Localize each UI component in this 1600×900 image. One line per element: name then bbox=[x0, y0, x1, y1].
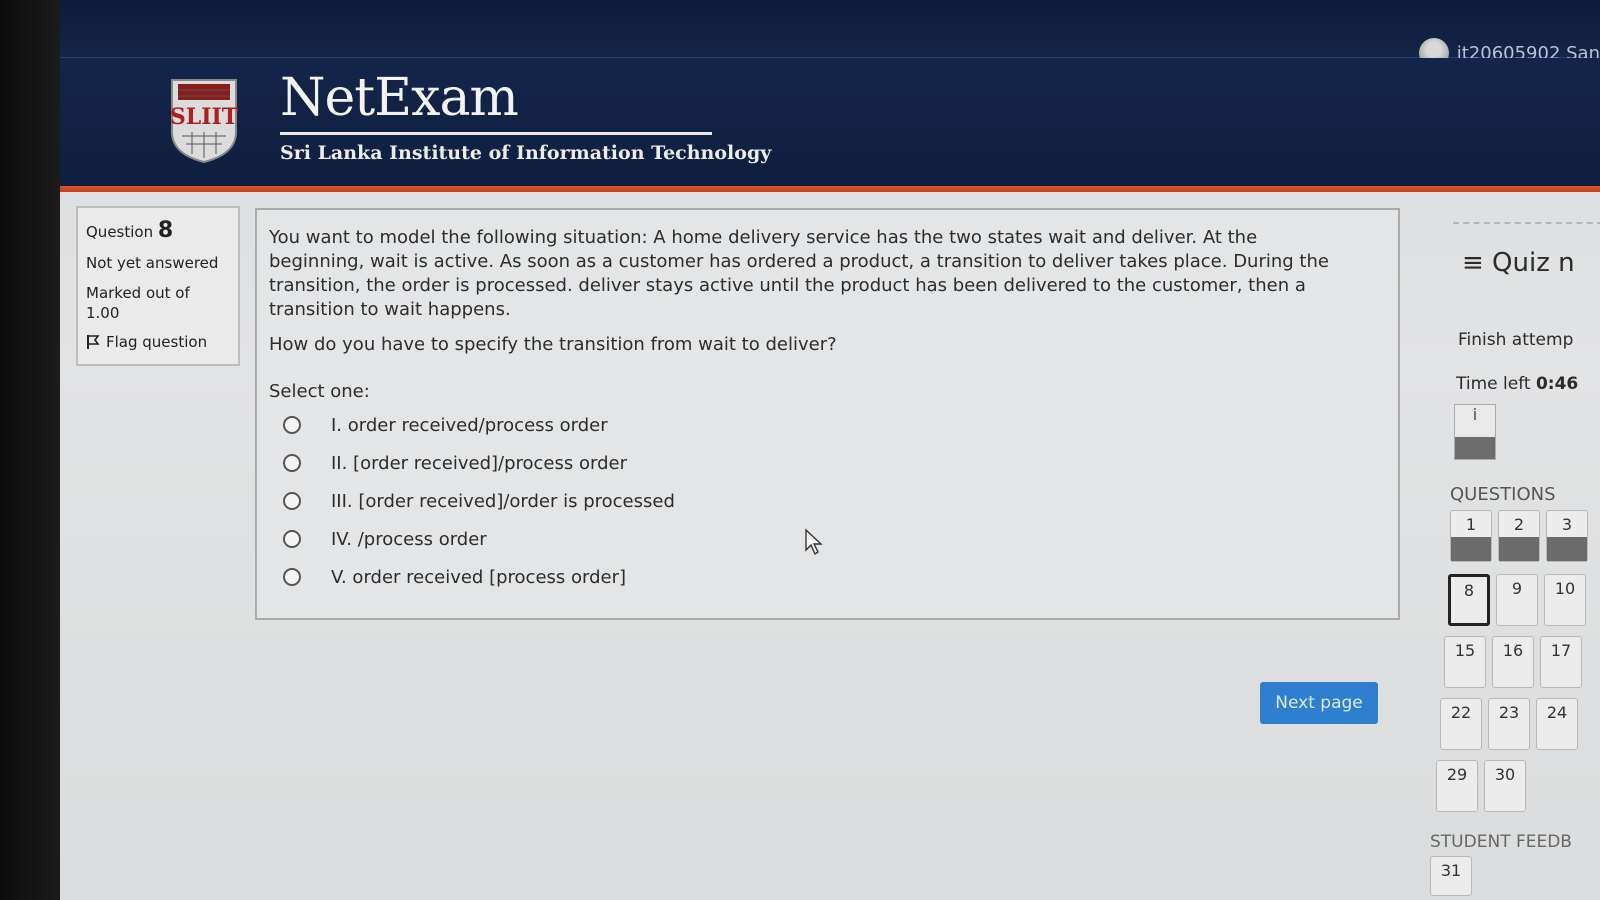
monitor-bezel bbox=[0, 0, 60, 900]
answer-option-5[interactable]: V. order received [process order] bbox=[269, 558, 1386, 596]
question-nav-button[interactable]: 22 bbox=[1440, 698, 1482, 750]
time-left-label: Time left bbox=[1456, 374, 1531, 394]
questions-heading: QUESTIONS bbox=[1450, 484, 1556, 505]
question-nav-button[interactable]: 29 bbox=[1436, 760, 1478, 812]
flag-icon bbox=[87, 335, 100, 349]
radio-button[interactable] bbox=[283, 454, 301, 472]
answer-options: I. order received/process order II. [ord… bbox=[269, 406, 1386, 596]
question-nav-number: 10 bbox=[1554, 579, 1576, 598]
finish-attempt-link[interactable]: Finish attemp bbox=[1458, 330, 1573, 350]
question-nav-button[interactable]: 9 bbox=[1496, 574, 1538, 626]
answer-option-4[interactable]: IV. /process order bbox=[269, 520, 1386, 558]
header-accent-rule bbox=[60, 186, 1600, 192]
answered-fill bbox=[1451, 537, 1491, 561]
mark-value: 1.00 bbox=[86, 304, 120, 322]
question-nav-number: 16 bbox=[1502, 641, 1524, 660]
question-nav-button[interactable]: 23 bbox=[1488, 698, 1530, 750]
answered-fill bbox=[1499, 537, 1539, 561]
question-nav-number: 3 bbox=[1561, 515, 1573, 534]
info-page-button[interactable]: i bbox=[1454, 404, 1496, 460]
next-page-button[interactable]: Next page bbox=[1260, 682, 1378, 724]
logo-text: SLIIT bbox=[170, 104, 239, 130]
option-label: V. order received [process order] bbox=[331, 566, 627, 588]
feedback-nav-button[interactable]: 31 bbox=[1430, 856, 1472, 896]
question-nav-number: 23 bbox=[1498, 703, 1520, 722]
question-nav-button-current[interactable]: 8 bbox=[1448, 574, 1490, 626]
flag-question-label: Flag question bbox=[106, 333, 208, 351]
question-nav-number: 30 bbox=[1494, 765, 1516, 784]
question-prompt: How do you have to specify the transitio… bbox=[269, 334, 837, 355]
question-content: You want to model the following situatio… bbox=[255, 208, 1400, 620]
marked-out-of: Marked out of 1.00 bbox=[86, 283, 230, 323]
question-nav-number: 22 bbox=[1450, 703, 1472, 722]
badge-fill bbox=[1455, 437, 1495, 459]
question-nav-button[interactable]: 2 bbox=[1498, 510, 1540, 562]
answered-fill bbox=[1547, 537, 1587, 561]
question-nav-button[interactable]: 3 bbox=[1546, 510, 1588, 562]
time-left-value: 0:46 bbox=[1535, 374, 1579, 394]
brand-title: NetExam bbox=[280, 68, 519, 128]
top-navbar: it20605902 San bbox=[60, 0, 1600, 68]
question-label: Question bbox=[86, 223, 154, 241]
question-info-panel: Question 8 Not yet answered Marked out o… bbox=[76, 206, 240, 366]
site-banner: SLIIT NetExam Sri Lanka Institute of Inf… bbox=[60, 58, 1600, 186]
answer-status: Not yet answered bbox=[86, 254, 219, 272]
question-nav-number: 8 bbox=[1463, 581, 1475, 600]
question-nav-button[interactable]: 16 bbox=[1492, 636, 1534, 688]
option-label: II. [order received]/process order bbox=[331, 452, 627, 474]
radio-button[interactable] bbox=[283, 492, 301, 510]
question-nav-number: 24 bbox=[1546, 703, 1568, 722]
question-nav-button[interactable]: 24 bbox=[1536, 698, 1578, 750]
select-one-label: Select one: bbox=[269, 381, 370, 402]
marked-out-of-label: Marked out of bbox=[86, 284, 190, 302]
radio-button[interactable] bbox=[283, 530, 301, 548]
question-nav-number: 9 bbox=[1511, 579, 1523, 598]
answer-option-3[interactable]: III. [order received]/order is processed bbox=[269, 482, 1386, 520]
answer-option-2[interactable]: II. [order received]/process order bbox=[269, 444, 1386, 482]
nav-panel-divider bbox=[1453, 222, 1600, 224]
question-nav-number: 1 bbox=[1465, 515, 1477, 534]
brand-divider bbox=[280, 132, 712, 135]
feedback-nav-number: 31 bbox=[1440, 861, 1462, 880]
answer-option-1[interactable]: I. order received/process order bbox=[269, 406, 1386, 444]
question-nav-button[interactable]: 30 bbox=[1484, 760, 1526, 812]
question-nav-button[interactable]: 15 bbox=[1444, 636, 1486, 688]
radio-button[interactable] bbox=[283, 568, 301, 586]
radio-button[interactable] bbox=[283, 416, 301, 434]
student-feedback-heading: STUDENT FEEDB bbox=[1430, 832, 1572, 852]
question-text: You want to model the following situatio… bbox=[269, 227, 1329, 320]
question-nav-number: 2 bbox=[1513, 515, 1525, 534]
flag-question-link[interactable]: Flag question bbox=[86, 333, 230, 351]
sliit-logo-icon: SLIIT bbox=[170, 79, 239, 164]
brand-subtitle: Sri Lanka Institute of Information Techn… bbox=[280, 142, 772, 164]
quiz-navigation-title: ≡ Quiz n bbox=[1462, 248, 1575, 278]
question-nav-button[interactable]: 17 bbox=[1540, 636, 1582, 688]
browser-screen: it20605902 San SLIIT NetExam Sri Lanka I… bbox=[60, 0, 1600, 900]
question-nav-number: 29 bbox=[1446, 765, 1468, 784]
option-label: III. [order received]/order is processed bbox=[331, 490, 675, 512]
question-nav-button[interactable]: 10 bbox=[1544, 574, 1586, 626]
question-nav-button[interactable]: 1 bbox=[1450, 510, 1492, 562]
question-number-row: Question 8 bbox=[86, 218, 230, 243]
question-number: 8 bbox=[157, 218, 174, 243]
question-nav-number: 17 bbox=[1550, 641, 1572, 660]
option-label: I. order received/process order bbox=[331, 414, 608, 436]
mouse-cursor-icon bbox=[805, 528, 823, 556]
question-nav-number: 15 bbox=[1454, 641, 1476, 660]
option-label: IV. /process order bbox=[331, 528, 487, 550]
time-left: Time left 0:46 bbox=[1456, 374, 1578, 394]
info-icon: i bbox=[1472, 405, 1478, 424]
